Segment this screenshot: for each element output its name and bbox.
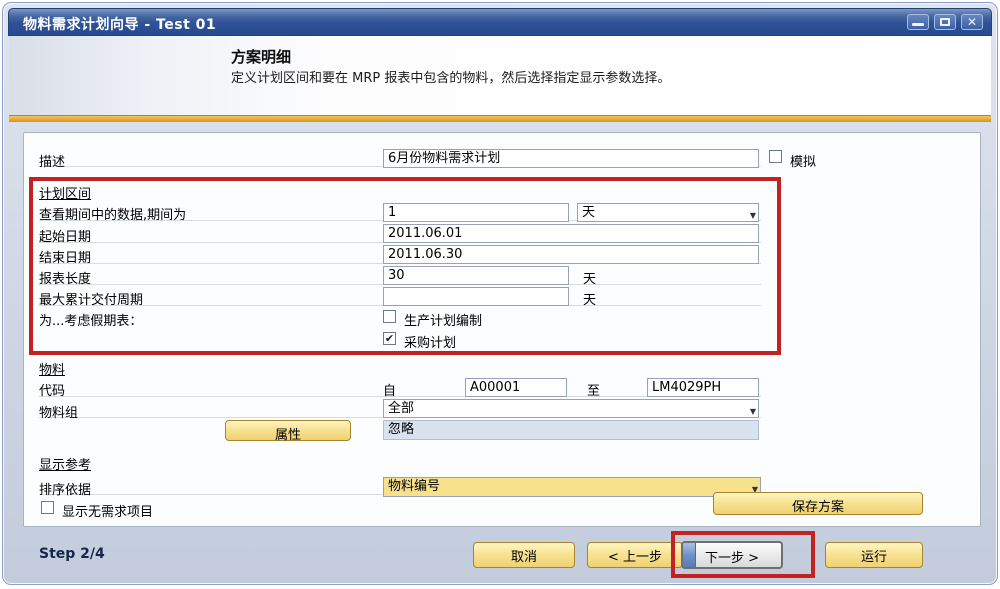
end-date-input[interactable]: 2011.06.30 xyxy=(383,245,759,264)
report-length-label: 报表长度 xyxy=(39,268,91,287)
period-length-input[interactable]: 1 xyxy=(383,203,569,222)
item-group-label: 物料组 xyxy=(39,402,78,421)
close-icon: ✕ xyxy=(962,15,982,29)
step-indicator: Step 2/4 xyxy=(39,546,105,562)
holidays-production-checkbox[interactable] xyxy=(383,310,396,323)
minimize-icon xyxy=(912,23,924,26)
show-no-demand-checkbox[interactable] xyxy=(41,501,54,514)
max-lead-time-label: 最大累计交付周期 xyxy=(39,289,143,308)
maximize-button[interactable] xyxy=(934,14,956,30)
next-button[interactable]: 下一步 > xyxy=(681,541,783,569)
save-scenario-button-label: 保存方案 xyxy=(714,493,922,515)
chevron-down-icon: ▼ xyxy=(750,404,756,418)
wizard-header: 方案明细 定义计划区间和要在 MRP 报表中包含的物料，然后选择指定显示参数选择… xyxy=(9,36,991,115)
cancel-button-label: 取消 xyxy=(474,543,574,565)
properties-button[interactable]: 属性 xyxy=(225,420,351,441)
item-group-value: 全部 xyxy=(388,401,414,416)
gold-divider xyxy=(9,115,991,122)
run-button-label: 运行 xyxy=(826,543,922,565)
back-button[interactable]: < 上一步 xyxy=(587,542,683,568)
report-length-input[interactable]: 30 xyxy=(383,266,569,285)
sort-by-value: 物料编号 xyxy=(388,479,440,494)
description-label: 描述 xyxy=(39,151,65,170)
code-from-input[interactable]: A00001 xyxy=(465,378,567,397)
mrp-wizard-window: 物料需求计划向导 - Test 01 ✕ 方案明细 定义计划区间和要在 MRP … xyxy=(2,2,998,585)
holidays-procurement-checkbox[interactable]: ✔ xyxy=(383,332,396,345)
run-button[interactable]: 运行 xyxy=(825,542,923,568)
minimize-button[interactable] xyxy=(907,14,929,30)
period-unit-dropdown[interactable]: 天 ▼ xyxy=(577,203,759,222)
sort-by-dropdown[interactable]: 物料编号 ▼ xyxy=(383,477,761,497)
items-section-title: 物料 xyxy=(39,359,65,378)
form-panel xyxy=(23,132,981,527)
sort-by-label: 排序依据 xyxy=(39,479,91,498)
page-subtitle: 定义计划区间和要在 MRP 报表中包含的物料，然后选择指定显示参数选择。 xyxy=(231,67,670,86)
end-date-label: 结束日期 xyxy=(39,247,91,266)
close-button[interactable]: ✕ xyxy=(961,14,983,30)
item-group-dropdown[interactable]: 全部 ▼ xyxy=(383,399,759,418)
properties-value-field: 忽略 xyxy=(383,420,759,440)
start-date-label: 起始日期 xyxy=(39,226,91,245)
max-lead-time-input[interactable] xyxy=(383,287,569,306)
holidays-production-label: 生产计划编制 xyxy=(404,310,482,329)
cancel-button[interactable]: 取消 xyxy=(473,542,575,568)
period-label: 查看期间中的数据,期间为 xyxy=(39,204,186,223)
properties-button-label: 属性 xyxy=(226,421,350,443)
period-unit-value: 天 xyxy=(582,205,595,220)
chevron-down-icon: ▼ xyxy=(750,208,756,222)
maximize-icon xyxy=(940,18,950,26)
description-input[interactable]: 6月份物料需求计划 xyxy=(383,149,759,168)
back-button-label: < 上一步 xyxy=(588,543,682,565)
report-length-unit: 天 xyxy=(583,268,596,287)
simulation-label: 模拟 xyxy=(790,151,816,170)
title-bar: 物料需求计划向导 - Test 01 ✕ xyxy=(8,8,992,36)
page-title: 方案明细 xyxy=(231,46,291,67)
next-button-label: 下一步 > xyxy=(683,543,781,566)
item-code-label: 代码 xyxy=(39,380,65,399)
planning-horizon-section-title: 计划区间 xyxy=(39,183,91,202)
check-icon: ✔ xyxy=(385,332,394,345)
holidays-label: 为...考虑假期表： xyxy=(39,310,142,329)
simulation-checkbox[interactable] xyxy=(769,150,782,163)
code-to-input[interactable]: LM4029PH xyxy=(647,378,759,397)
max-lead-time-unit: 天 xyxy=(583,289,596,308)
display-section-title: 显示参考 xyxy=(39,454,91,473)
window-title: 物料需求计划向导 - Test 01 xyxy=(23,14,216,34)
show-no-demand-label: 显示无需求项目 xyxy=(62,501,153,520)
save-scenario-button[interactable]: 保存方案 xyxy=(713,492,923,515)
start-date-input[interactable]: 2011.06.01 xyxy=(383,224,759,243)
code-to-label: 至 xyxy=(587,380,600,399)
holidays-procurement-label: 采购计划 xyxy=(404,332,456,351)
code-from-label: 自 xyxy=(383,380,396,399)
